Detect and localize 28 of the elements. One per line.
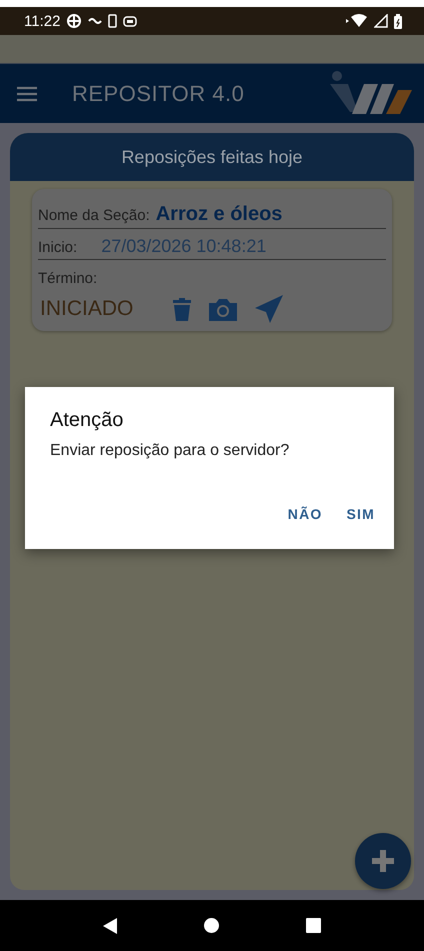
plus-icon [372, 850, 394, 872]
send-icon[interactable] [255, 295, 284, 323]
signal-icon [374, 14, 388, 28]
menu-icon[interactable] [16, 86, 38, 102]
trash-icon[interactable] [173, 298, 192, 320]
camera-icon[interactable] [209, 298, 238, 320]
panel-title: Reposições feitas hoje [10, 133, 414, 181]
dialog-message: Enviar reposição para o servidor? [50, 442, 290, 460]
field-label: Inicio: [38, 239, 78, 256]
battery-icon [394, 14, 402, 28]
dialog-button[interactable]: SIM [338, 500, 383, 528]
dialog-title: Atenção [50, 409, 124, 432]
record-status: INICIADO [40, 297, 134, 321]
recents-icon[interactable] [306, 918, 321, 933]
section-name: Arroz e óleos [156, 203, 282, 226]
field-label: Término: [38, 270, 98, 287]
app-title: REPOSITOR 4.0 [72, 80, 244, 106]
notification-icon [88, 16, 102, 26]
back-icon[interactable] [103, 918, 118, 934]
field-label: Nome da Seção: [38, 207, 150, 224]
home-icon[interactable] [204, 918, 219, 933]
wifi-icon [346, 14, 368, 28]
phone-icon [108, 14, 118, 28]
gear-icon [66, 13, 82, 29]
start-time: 27/03/2026 10:48:21 [101, 236, 266, 257]
clock: 11:22 [24, 12, 60, 30]
card-icon [123, 16, 138, 26]
dialog-button[interactable]: NÃO [280, 500, 330, 528]
